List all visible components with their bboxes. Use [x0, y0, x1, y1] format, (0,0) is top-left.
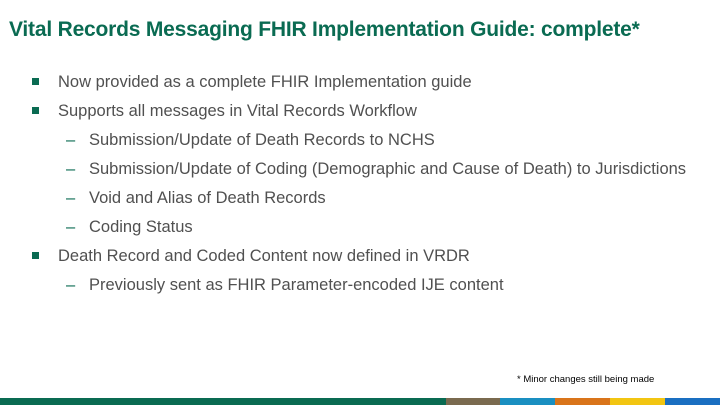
footer-color-bar — [0, 398, 720, 405]
sub-bullet-text: Submission/Update of Coding (Demographic… — [89, 160, 687, 178]
dash-bullet-icon: – — [66, 189, 76, 207]
slide: Vital Records Messaging FHIR Implementat… — [0, 0, 720, 405]
bullet-item: Now provided as a complete FHIR Implemen… — [30, 72, 690, 93]
square-bullet-icon — [32, 78, 39, 85]
bullet-item: Supports all messages in Vital Records W… — [30, 101, 690, 122]
sub-bullet-item: – Coding Status — [30, 217, 690, 238]
sub-bullet-item: – Void and Alias of Death Records — [30, 188, 690, 209]
dash-bullet-icon: – — [66, 160, 76, 178]
footer-segment-green — [0, 398, 446, 405]
square-bullet-icon — [32, 107, 39, 114]
dash-bullet-icon: – — [66, 218, 76, 236]
sub-bullet-text: Submission/Update of Death Records to NC… — [89, 131, 435, 149]
footer-segment-blue-2 — [665, 398, 720, 405]
sub-bullet-item: – Previously sent as FHIR Parameter-enco… — [30, 275, 690, 296]
sub-bullet-item: – Submission/Update of Coding (Demograph… — [30, 159, 690, 180]
square-bullet-icon — [32, 252, 39, 259]
sub-bullet-item: – Submission/Update of Death Records to … — [30, 130, 690, 151]
footnote: * Minor changes still being made — [517, 374, 655, 385]
bullet-text: Death Record and Coded Content now defin… — [58, 247, 470, 265]
sub-bullet-text: Coding Status — [89, 218, 193, 236]
bullet-item: Death Record and Coded Content now defin… — [30, 246, 690, 267]
dash-bullet-icon: – — [66, 276, 76, 294]
sub-bullet-text: Void and Alias of Death Records — [89, 189, 326, 207]
footer-segment-blue — [500, 398, 555, 405]
bullet-text: Supports all messages in Vital Records W… — [58, 102, 417, 120]
footer-segment-brown — [446, 398, 500, 405]
slide-title: Vital Records Messaging FHIR Implementat… — [9, 18, 640, 41]
dash-bullet-icon: – — [66, 131, 76, 149]
bullet-list: Now provided as a complete FHIR Implemen… — [30, 72, 690, 304]
sub-bullet-text: Previously sent as FHIR Parameter-encode… — [89, 276, 504, 294]
footer-segment-orange — [555, 398, 610, 405]
bullet-text: Now provided as a complete FHIR Implemen… — [58, 73, 472, 91]
footer-segment-yellow — [610, 398, 665, 405]
